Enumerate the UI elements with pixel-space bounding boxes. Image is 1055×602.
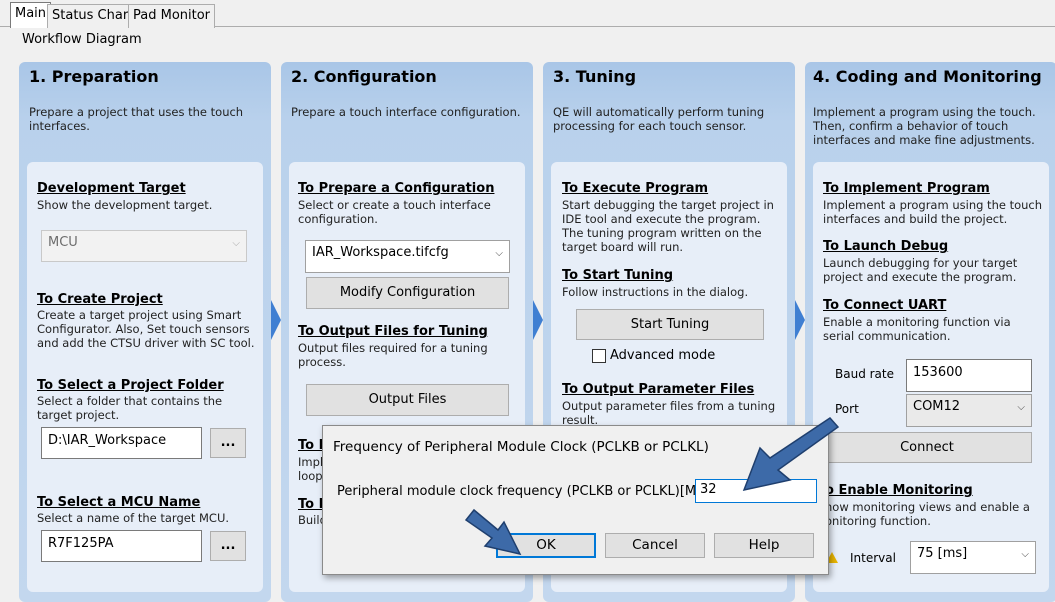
annotation-arrows	[464, 417, 840, 556]
annotation-arrow-icon	[742, 417, 840, 492]
annotation-arrow-icon	[464, 508, 522, 556]
